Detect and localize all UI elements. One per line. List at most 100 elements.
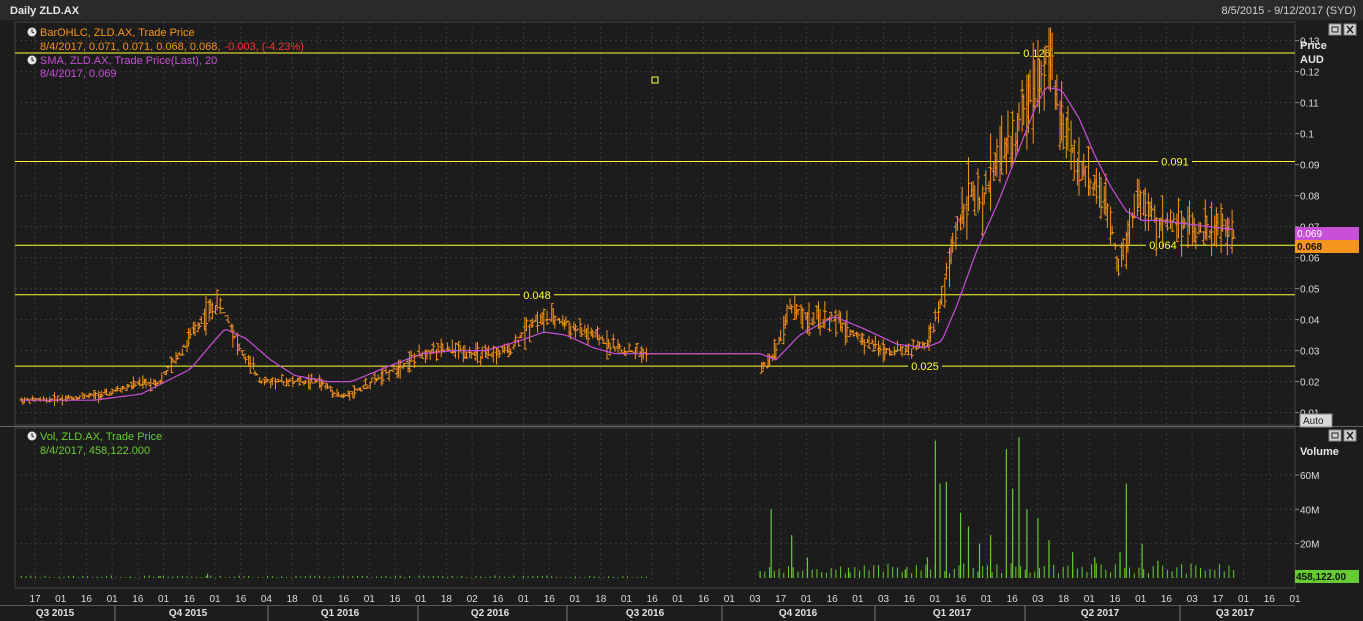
day-tick-label: 18 bbox=[1058, 594, 1070, 605]
price-tick-label: 0.08 bbox=[1300, 192, 1320, 203]
price-tick-label: 0.11 bbox=[1300, 99, 1319, 110]
day-tick-label: 01 bbox=[55, 594, 67, 605]
bar-legend-title: BarOHLC, ZLD.AX, Trade Price bbox=[40, 27, 195, 39]
day-tick-label: 16 bbox=[1007, 594, 1019, 605]
level-label: 0.048 bbox=[523, 290, 551, 302]
quarter-label: Q3 2015 bbox=[36, 608, 75, 619]
day-tick-label: 16 bbox=[338, 594, 350, 605]
day-tick-label: 01 bbox=[107, 594, 119, 605]
price-panel-close-button[interactable] bbox=[1343, 23, 1357, 36]
sma-legend-title: SMA, ZLD.AX, Trade Price(Last), 20 bbox=[40, 55, 217, 67]
volume-axis-title: Volume bbox=[1300, 446, 1339, 458]
day-tick-label: 16 bbox=[184, 594, 196, 605]
day-tick-label: 16 bbox=[389, 594, 401, 605]
title-bar bbox=[0, 0, 1363, 20]
day-tick-label: 01 bbox=[981, 594, 993, 605]
bar-legend-values: 8/4/2017, 0.071, 0.071, 0.068, 0.068, -0.… bbox=[40, 41, 304, 53]
level-label: 0.091 bbox=[1161, 157, 1189, 169]
sma-legend-values: 8/4/2017, 0.069 bbox=[40, 68, 116, 80]
day-tick-label: 17 bbox=[29, 594, 41, 605]
day-tick-label: 01 bbox=[1238, 594, 1250, 605]
day-tick-label: 16 bbox=[1109, 594, 1121, 605]
last-price-label: 0.068 bbox=[1297, 242, 1322, 253]
day-tick-label: 16 bbox=[132, 594, 144, 605]
day-tick-label: 16 bbox=[698, 594, 710, 605]
day-tick-label: 01 bbox=[852, 594, 864, 605]
day-tick-label: 18 bbox=[287, 594, 299, 605]
day-tick-label: 17 bbox=[775, 594, 787, 605]
quarter-label: Q4 2016 bbox=[779, 608, 818, 619]
day-tick-label: 01 bbox=[929, 594, 941, 605]
volume-legend-values: 8/4/2017, 458,122.000 bbox=[40, 445, 150, 457]
volume-tick-label: 60M bbox=[1300, 471, 1319, 482]
day-tick-label: 01 bbox=[209, 594, 221, 605]
day-tick-label: 16 bbox=[81, 594, 93, 605]
price-axis-unit: AUD bbox=[1300, 54, 1324, 66]
price-panel-restore-button[interactable] bbox=[1328, 23, 1342, 36]
price-tick-label: 0.12 bbox=[1300, 68, 1320, 79]
day-tick-label: 16 bbox=[235, 594, 247, 605]
price-plot-area bbox=[14, 21, 1296, 426]
day-tick-label: 18 bbox=[595, 594, 607, 605]
day-tick-label: 01 bbox=[364, 594, 376, 605]
window-title: Daily ZLD.AX bbox=[10, 5, 80, 17]
day-tick-label: 01 bbox=[1135, 594, 1147, 605]
day-tick-label: 16 bbox=[647, 594, 659, 605]
day-tick-label: 18 bbox=[441, 594, 453, 605]
volume-legend-title: Vol, ZLD.AX, Trade Price bbox=[40, 431, 162, 443]
volume-plot-area bbox=[14, 427, 1296, 589]
price-tick-label: 0.1 bbox=[1300, 130, 1314, 141]
auto-scale-label: Auto bbox=[1303, 416, 1324, 427]
chart-window: Daily ZLD.AX 8/5/2015 - 9/12/2017 (SYD) … bbox=[0, 0, 1363, 621]
quarter-label: Q4 2015 bbox=[169, 608, 208, 619]
level-label: 0.025 bbox=[911, 361, 939, 373]
day-tick-label: 16 bbox=[492, 594, 504, 605]
day-tick-label: 02 bbox=[467, 594, 479, 605]
day-tick-label: 01 bbox=[801, 594, 813, 605]
quarter-label: Q2 2017 bbox=[1081, 608, 1120, 619]
day-tick-label: 16 bbox=[904, 594, 916, 605]
day-tick-label: 03 bbox=[878, 594, 890, 605]
quarter-label: Q3 2016 bbox=[626, 608, 665, 619]
price-tick-label: 0.03 bbox=[1300, 347, 1320, 358]
price-tick-label: 0.04 bbox=[1300, 316, 1320, 327]
day-tick-label: 01 bbox=[312, 594, 324, 605]
day-tick-label: 17 bbox=[1212, 594, 1224, 605]
day-tick-label: 04 bbox=[261, 594, 273, 605]
volume-panel-restore-button[interactable] bbox=[1328, 429, 1342, 442]
day-tick-label: 16 bbox=[1161, 594, 1173, 605]
day-tick-label: 01 bbox=[569, 594, 581, 605]
quarter-label: Q1 2016 bbox=[321, 608, 360, 619]
price-tick-label: 0.06 bbox=[1300, 254, 1320, 265]
day-tick-label: 16 bbox=[544, 594, 556, 605]
price-tick-label: 0.09 bbox=[1300, 161, 1320, 172]
volume-panel-close-button[interactable] bbox=[1343, 429, 1357, 442]
day-tick-label: 01 bbox=[518, 594, 530, 605]
date-range: 8/5/2015 - 9/12/2017 (SYD) bbox=[1221, 5, 1356, 17]
day-tick-label: 01 bbox=[724, 594, 736, 605]
day-tick-label: 03 bbox=[749, 594, 761, 605]
day-tick-label: 01 bbox=[158, 594, 170, 605]
quarter-label: Q1 2017 bbox=[933, 608, 972, 619]
day-tick-label: 01 bbox=[621, 594, 633, 605]
level-label: 0.126 bbox=[1023, 48, 1051, 60]
day-tick-label: 16 bbox=[955, 594, 967, 605]
quarter-label: Q3 2017 bbox=[1216, 608, 1255, 619]
last-sma-label: 0.069 bbox=[1297, 229, 1322, 240]
price-tick-label: 0.05 bbox=[1300, 285, 1320, 296]
last-volume-label: 458,122.00 bbox=[1296, 572, 1346, 583]
day-tick-label: 16 bbox=[1264, 594, 1276, 605]
day-tick-label: 03 bbox=[1187, 594, 1199, 605]
price-axis-title: Price bbox=[1300, 40, 1327, 52]
volume-tick-label: 40M bbox=[1300, 505, 1319, 516]
day-tick-label: 01 bbox=[415, 594, 427, 605]
volume-tick-label: 20M bbox=[1300, 540, 1319, 551]
day-tick-label: 16 bbox=[827, 594, 839, 605]
day-tick-label: 01 bbox=[1084, 594, 1096, 605]
day-tick-label: 01 bbox=[672, 594, 684, 605]
bar-legend-change: -0.003, (-4.23%) bbox=[224, 41, 303, 53]
day-tick-label: 03 bbox=[1032, 594, 1044, 605]
day-tick-label: 01 bbox=[1289, 594, 1301, 605]
quarter-label: Q2 2016 bbox=[471, 608, 510, 619]
price-tick-label: 0.02 bbox=[1300, 378, 1320, 389]
